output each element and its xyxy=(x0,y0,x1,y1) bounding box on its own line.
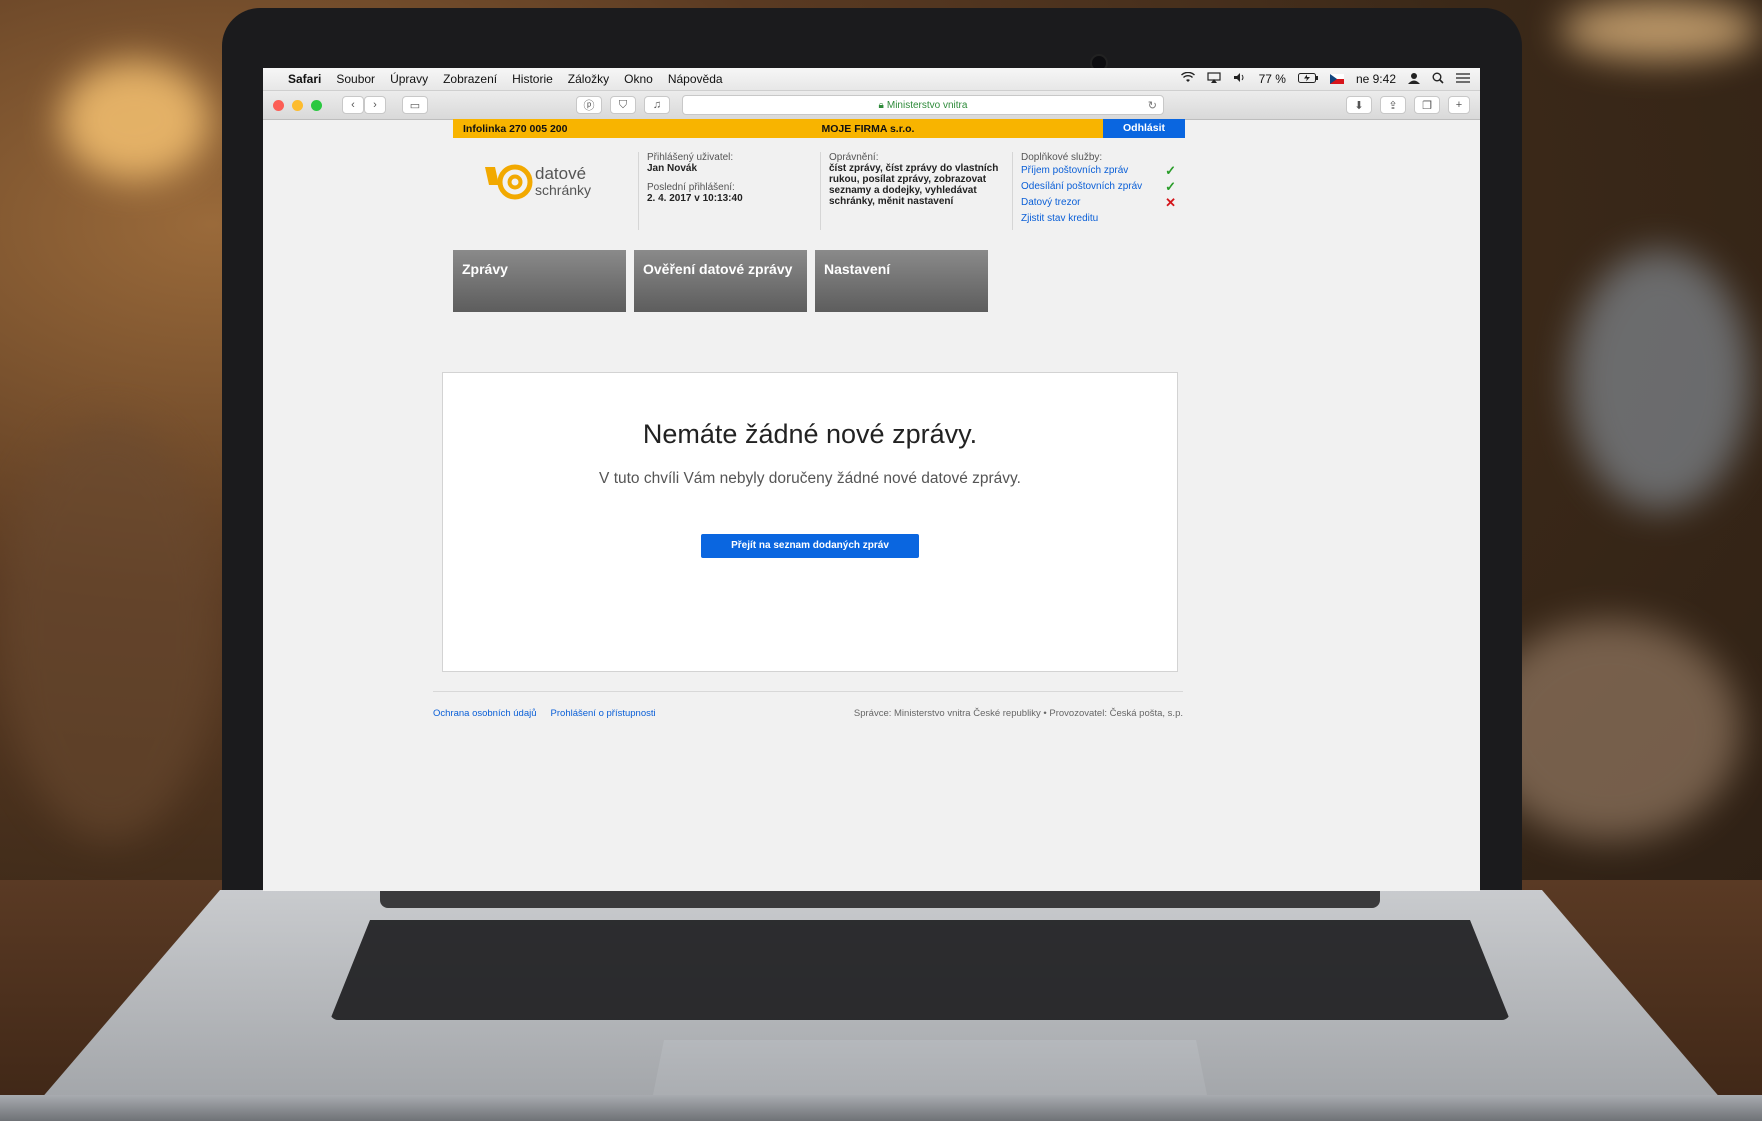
share-icon[interactable]: ⇪ xyxy=(1380,96,1406,114)
cross-icon: ✕ xyxy=(1165,195,1176,210)
battery-icon[interactable] xyxy=(1297,72,1318,86)
additional-services: Doplňkové služby: Příjem poštovních zprá… xyxy=(1012,152,1184,230)
shield-icon[interactable]: ⛉ xyxy=(610,96,636,114)
new-tab-icon[interactable]: + xyxy=(1448,96,1470,114)
service-label[interactable]: Datový trezor xyxy=(1021,195,1080,211)
menu-app-safari[interactable]: Safari xyxy=(288,72,321,86)
airplay-icon[interactable] xyxy=(1206,72,1221,86)
background-light xyxy=(60,60,210,180)
volume-icon[interactable] xyxy=(1233,72,1247,86)
service-item[interactable]: Datový trezor ✕ xyxy=(1021,195,1176,211)
logo[interactable]: datové schránky xyxy=(453,152,638,212)
menu-zalozky[interactable]: Záložky xyxy=(568,72,609,86)
tabs-icon[interactable]: ❐ xyxy=(1414,96,1440,114)
logo-text-line1: datové xyxy=(535,164,587,183)
background-blur xyxy=(0,420,220,840)
menu-soubor[interactable]: Soubor xyxy=(336,72,375,86)
menu-upravy[interactable]: Úpravy xyxy=(390,72,428,86)
user-icon[interactable] xyxy=(1408,72,1420,87)
empty-heading: Nemáte žádné nové zprávy. xyxy=(642,419,978,449)
service-label[interactable]: Odesílání poštovních zpráv xyxy=(1021,179,1142,195)
check-icon: ✓ xyxy=(1165,179,1176,194)
tab-nastaveni[interactable]: Nastavení xyxy=(815,250,988,312)
clock[interactable]: ne 9:42 xyxy=(1356,72,1396,86)
user-info: Přihlášený uživatel: Jan Novák Poslední … xyxy=(638,152,820,230)
services-label: Doplňkové služby: xyxy=(1021,152,1103,163)
last-login-label: Poslední přihlášení: xyxy=(647,182,735,193)
permissions-label: Oprávnění: xyxy=(829,152,879,163)
laptop-front-edge xyxy=(0,1095,1762,1121)
last-login-value: 2. 4. 2017 v 10:13:40 xyxy=(647,193,743,204)
wifi-icon[interactable] xyxy=(1180,71,1195,86)
operator-text: Správce: Ministerstvo vnitra České repub… xyxy=(853,708,1183,719)
privacy-link[interactable]: Ochrana osobních údajů xyxy=(433,708,537,719)
web-page: Infolinka 270 005 200 MOJE FIRMA s.r.o. … xyxy=(453,119,1185,312)
user-name: Jan Novák xyxy=(647,163,698,174)
keyboard xyxy=(330,920,1510,1020)
close-window-button[interactable] xyxy=(273,99,284,111)
zoom-window-button[interactable] xyxy=(311,99,322,111)
message-panel: Nemáte žádné nové zprávy. V tuto chvíli … xyxy=(442,372,1178,672)
background-light xyxy=(1560,0,1760,60)
service-item[interactable]: Příjem poštovních zpráv ✓ xyxy=(1021,163,1176,179)
lock-icon: 🔒︎ xyxy=(878,99,884,111)
flag-cz-icon[interactable] xyxy=(1329,74,1344,84)
laptop-deck xyxy=(40,890,1722,1100)
laptop-base xyxy=(0,884,1762,1121)
sidebar-icon[interactable]: ▭ xyxy=(402,96,428,114)
menu-napoveda[interactable]: Nápověda xyxy=(668,72,723,86)
logout-button[interactable]: Odhlásit xyxy=(1103,119,1185,138)
hotline-text: Infolinka 270 005 200 xyxy=(463,122,568,135)
logo-text-line2: schránky xyxy=(535,182,592,198)
browser-toolbar: ‹ › ▭ ⓟ ⛉ ♫ 🔒︎ Ministerstvo vnitra ↻ ⬇ ⇪… xyxy=(263,91,1480,120)
download-icon[interactable]: ⬇ xyxy=(1346,96,1372,114)
service-item[interactable]: Zjistit stav kreditu xyxy=(1021,211,1176,227)
info-bar: Infolinka 270 005 200 MOJE FIRMA s.r.o. … xyxy=(453,119,1185,138)
background-light xyxy=(1570,250,1750,510)
divider xyxy=(433,691,1183,692)
main-tabs: Zprávy Ověření datové zprávy Nastavení xyxy=(453,250,1185,312)
accessibility-link[interactable]: Prohlášení o přístupnosti xyxy=(551,708,656,719)
address-bar[interactable]: 🔒︎ Ministerstvo vnitra ↻ xyxy=(682,95,1164,115)
search-icon[interactable] xyxy=(1432,72,1444,87)
menu-bar: Safari Soubor Úpravy Zobrazení Historie … xyxy=(263,68,1480,91)
tab-zpravy[interactable]: Zprávy xyxy=(453,250,626,312)
permissions: Oprávnění: číst zprávy, číst zprávy do v… xyxy=(820,152,1012,230)
menu-zobrazeni[interactable]: Zobrazení xyxy=(443,72,497,86)
minimize-window-button[interactable] xyxy=(292,99,303,111)
logged-user-label: Přihlášený uživatel: xyxy=(647,152,734,163)
list-icon[interactable] xyxy=(1456,72,1470,86)
go-to-delivered-button[interactable]: Přejít na seznam dodaných zpráv xyxy=(701,534,919,558)
service-label[interactable]: Příjem poštovních zpráv xyxy=(1021,163,1128,179)
check-icon: ✓ xyxy=(1165,163,1176,178)
footer: Ochrana osobních údajů Prohlášení o přís… xyxy=(433,708,1183,719)
service-item[interactable]: Odesílání poštovních zpráv ✓ xyxy=(1021,179,1176,195)
company-name: MOJE FIRMA s.r.o. xyxy=(821,122,915,135)
account-header: datové schránky Přihlášený uživatel: Jan… xyxy=(453,138,1185,250)
at-logo-icon xyxy=(485,163,533,201)
screen: Safari Soubor Úpravy Zobrazení Historie … xyxy=(263,68,1480,891)
permissions-text: číst zprávy, číst zprávy do vlastních ru… xyxy=(829,163,999,207)
menu-historie[interactable]: Historie xyxy=(512,72,553,86)
forward-icon[interactable]: › xyxy=(364,96,386,114)
extension-icon[interactable]: ♫ xyxy=(644,96,670,114)
empty-subtext: V tuto chvíli Vám nebyly doručeny žádné … xyxy=(599,470,1021,487)
reload-icon[interactable]: ↻ xyxy=(1148,99,1157,112)
tab-overeni[interactable]: Ověření datové zprávy xyxy=(634,250,807,312)
check-credit-link[interactable]: Zjistit stav kreditu xyxy=(1021,211,1098,227)
menu-okno[interactable]: Okno xyxy=(624,72,653,86)
address-text: Ministerstvo vnitra xyxy=(886,99,968,111)
battery-percent: 77 % xyxy=(1258,72,1286,86)
pinterest-icon[interactable]: ⓟ xyxy=(576,96,602,114)
back-icon[interactable]: ‹ xyxy=(342,96,364,114)
